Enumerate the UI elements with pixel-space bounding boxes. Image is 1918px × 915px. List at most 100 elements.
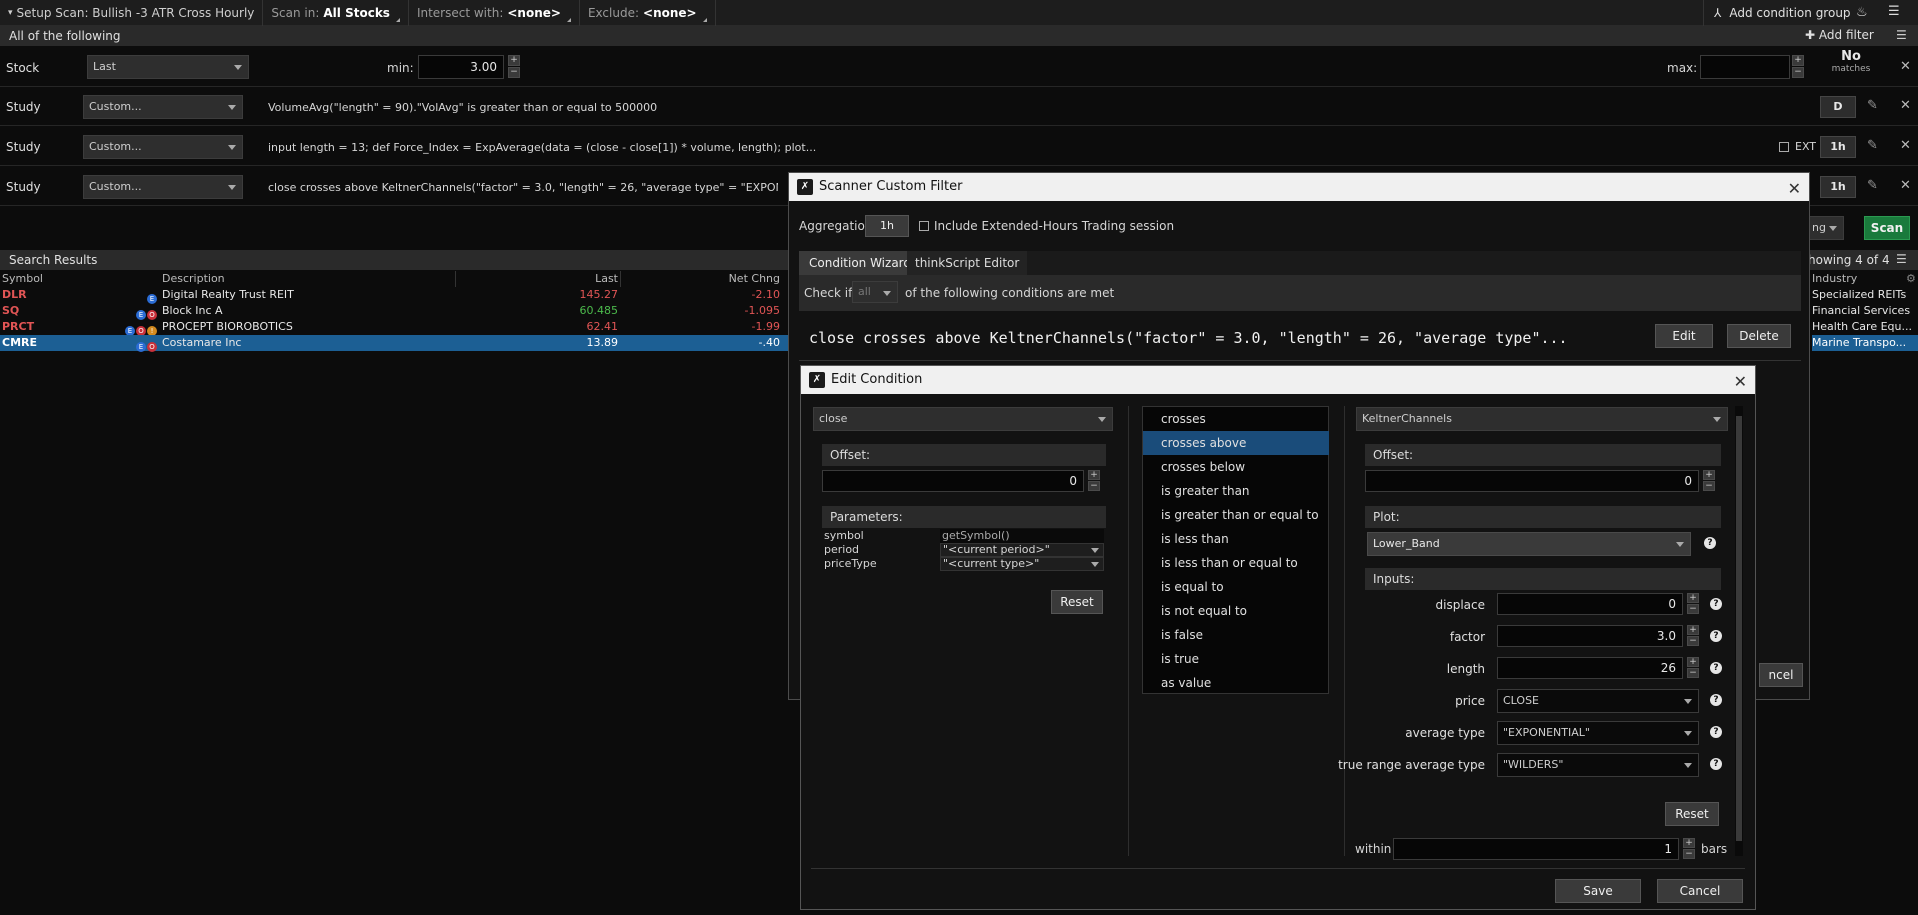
tab-thinkscript-editor[interactable]: thinkScript Editor [907, 251, 1028, 275]
col-symbol[interactable]: Symbol [2, 271, 43, 287]
factor-input[interactable]: 3.0 [1497, 625, 1683, 647]
scrollbar[interactable] [1735, 406, 1743, 856]
study-combo[interactable]: Custom... [83, 175, 243, 199]
displace-stepper[interactable]: + − [1687, 593, 1699, 615]
sort-combo[interactable]: ng [1806, 216, 1844, 240]
increment-icon[interactable]: + [1703, 470, 1715, 480]
right-reset-button[interactable]: Reset [1665, 802, 1719, 826]
scrollbar-thumb[interactable] [1736, 416, 1742, 841]
length-stepper[interactable]: + − [1687, 657, 1699, 679]
decrement-icon[interactable]: − [1687, 636, 1699, 646]
exclude-selector[interactable]: Exclude: <none> [580, 0, 716, 26]
operator-list[interactable]: crosses crosses above crosses below is g… [1142, 406, 1329, 694]
decrement-icon[interactable]: − [1792, 67, 1804, 78]
aggregation-button[interactable]: D [1820, 96, 1856, 118]
close-icon[interactable]: ✕ [1900, 178, 1911, 193]
operator-less-equal[interactable]: is less than or equal to [1143, 551, 1329, 575]
length-input[interactable]: 26 [1497, 657, 1683, 679]
aggregation-button[interactable]: 1h [1820, 136, 1856, 158]
operator-is-true[interactable]: is true [1143, 647, 1329, 671]
decrement-icon[interactable]: − [1683, 849, 1695, 859]
pencil-icon[interactable]: ✎ [1867, 138, 1878, 153]
factor-stepper[interactable]: + − [1687, 625, 1699, 647]
operator-is-false[interactable]: is false [1143, 623, 1329, 647]
close-icon[interactable]: ✕ [1900, 138, 1911, 153]
col-last[interactable]: Last [560, 271, 618, 287]
increment-icon[interactable]: + [1088, 470, 1100, 480]
table-row-selected[interactable]: CMRE EO Costamare Inc 13.89 -.40 [0, 335, 790, 352]
scan-in-selector[interactable]: Scan in: All Stocks [263, 0, 409, 26]
study-expression[interactable]: input length = 13; def Force_Index = Exp… [268, 141, 816, 154]
col-net-chng[interactable]: Net Chng [700, 271, 780, 287]
help-icon[interactable]: ? [1710, 598, 1722, 610]
increment-icon[interactable]: + [1792, 55, 1804, 66]
help-icon[interactable]: ? [1710, 662, 1722, 674]
close-icon[interactable]: ✕ [1788, 175, 1801, 203]
min-stepper[interactable]: + − [508, 55, 520, 79]
param-combo[interactable]: "<current type>" [940, 557, 1104, 571]
help-icon[interactable]: ? [1710, 694, 1722, 706]
within-input[interactable]: 1 [1393, 838, 1679, 860]
average-type-combo[interactable]: "EXPONENTIAL" [1497, 721, 1699, 745]
table-row[interactable]: PRCT E O! PROCEPT BIOROBOTICS 62.41 -1.99 [0, 319, 790, 336]
increment-icon[interactable]: + [1687, 657, 1699, 667]
flame-icon[interactable]: ♨ [1856, 5, 1868, 20]
pencil-icon[interactable]: ✎ [1867, 98, 1878, 113]
true-range-average-type-combo[interactable]: "WILDERS" [1497, 753, 1699, 777]
displace-input[interactable]: 0 [1497, 593, 1683, 615]
table-row[interactable]: SQ EO Block Inc A 60.485 -1.095 [0, 303, 790, 320]
pencil-icon[interactable]: ✎ [1867, 178, 1878, 193]
operator-crosses[interactable]: crosses [1143, 407, 1329, 431]
left-reset-button[interactable]: Reset [1051, 590, 1103, 614]
tab-condition-wizard[interactable]: Condition Wizard [799, 251, 922, 275]
gear-icon[interactable]: ⚙ [1906, 271, 1916, 287]
operator-greater-than[interactable]: is greater than [1143, 479, 1329, 503]
condition-expression[interactable]: close crosses above KeltnerChannels("fac… [809, 329, 1568, 347]
decrement-icon[interactable]: − [1088, 481, 1100, 491]
price-combo[interactable]: CLOSE [1497, 689, 1699, 713]
right-offset-input[interactable]: 0 [1365, 470, 1699, 492]
right-offset-stepper[interactable]: + − [1703, 470, 1715, 492]
within-stepper[interactable]: + − [1683, 838, 1695, 860]
help-icon[interactable]: ? [1710, 726, 1722, 738]
study-expression[interactable]: VolumeAvg("length" = 90)."VolAvg" is gre… [268, 101, 657, 114]
right-value-combo[interactable]: KeltnerChannels [1356, 407, 1728, 431]
extended-hours-checkbox[interactable] [919, 221, 929, 231]
add-filter-button[interactable]: ✚ Add filter [1805, 28, 1874, 42]
scan-button[interactable]: Scan [1864, 216, 1910, 240]
left-value-combo[interactable]: close [813, 407, 1113, 431]
scf-cancel-button[interactable]: ncel [1759, 663, 1803, 687]
edit-button[interactable]: Edit [1655, 324, 1713, 348]
decrement-icon[interactable]: − [1687, 604, 1699, 614]
decrement-icon[interactable]: − [1687, 668, 1699, 678]
col-description[interactable]: Description [162, 271, 225, 287]
study-expression[interactable]: close crosses above KeltnerChannels("fac… [268, 181, 778, 194]
operator-not-equal[interactable]: is not equal to [1143, 599, 1329, 623]
study-combo[interactable]: Custom... [83, 95, 243, 119]
aggregation-button[interactable]: 1h [1820, 176, 1856, 198]
list-menu-icon[interactable]: ☰ [1896, 252, 1907, 266]
study-combo[interactable]: Custom... [83, 135, 243, 159]
left-offset-input[interactable]: 0 [822, 470, 1084, 492]
max-stepper[interactable]: + − [1792, 55, 1804, 79]
close-icon[interactable]: ✕ [1900, 98, 1911, 113]
help-icon[interactable]: ? [1710, 630, 1722, 642]
menu-icon[interactable]: ☰ [1888, 4, 1900, 19]
check-if-combo[interactable]: all [852, 281, 898, 303]
add-condition-group-button[interactable]: ⅄ Add condition group [1703, 0, 1851, 26]
help-icon[interactable]: ? [1710, 758, 1722, 770]
decrement-icon[interactable]: − [1703, 481, 1715, 491]
list-menu-icon[interactable]: ☰ [1896, 28, 1907, 42]
operator-equal[interactable]: is equal to [1143, 575, 1329, 599]
operator-as-value[interactable]: as value [1143, 671, 1329, 695]
help-icon[interactable]: ? [1704, 537, 1716, 549]
operator-greater-equal[interactable]: is greater than or equal to [1143, 503, 1329, 527]
setup-scan-dropdown[interactable]: ▾ Setup Scan: Bullish -3 ATR Cross Hourl… [0, 0, 264, 26]
aggregation-button[interactable]: 1h [865, 215, 909, 237]
operator-crosses-above[interactable]: crosses above [1143, 431, 1329, 455]
operator-less-than[interactable]: is less than [1143, 527, 1329, 551]
intersect-selector[interactable]: Intersect with: <none> [409, 0, 580, 26]
operator-crosses-below[interactable]: crosses below [1143, 455, 1329, 479]
increment-icon[interactable]: + [1687, 593, 1699, 603]
min-input[interactable]: 3.00 [418, 55, 504, 79]
